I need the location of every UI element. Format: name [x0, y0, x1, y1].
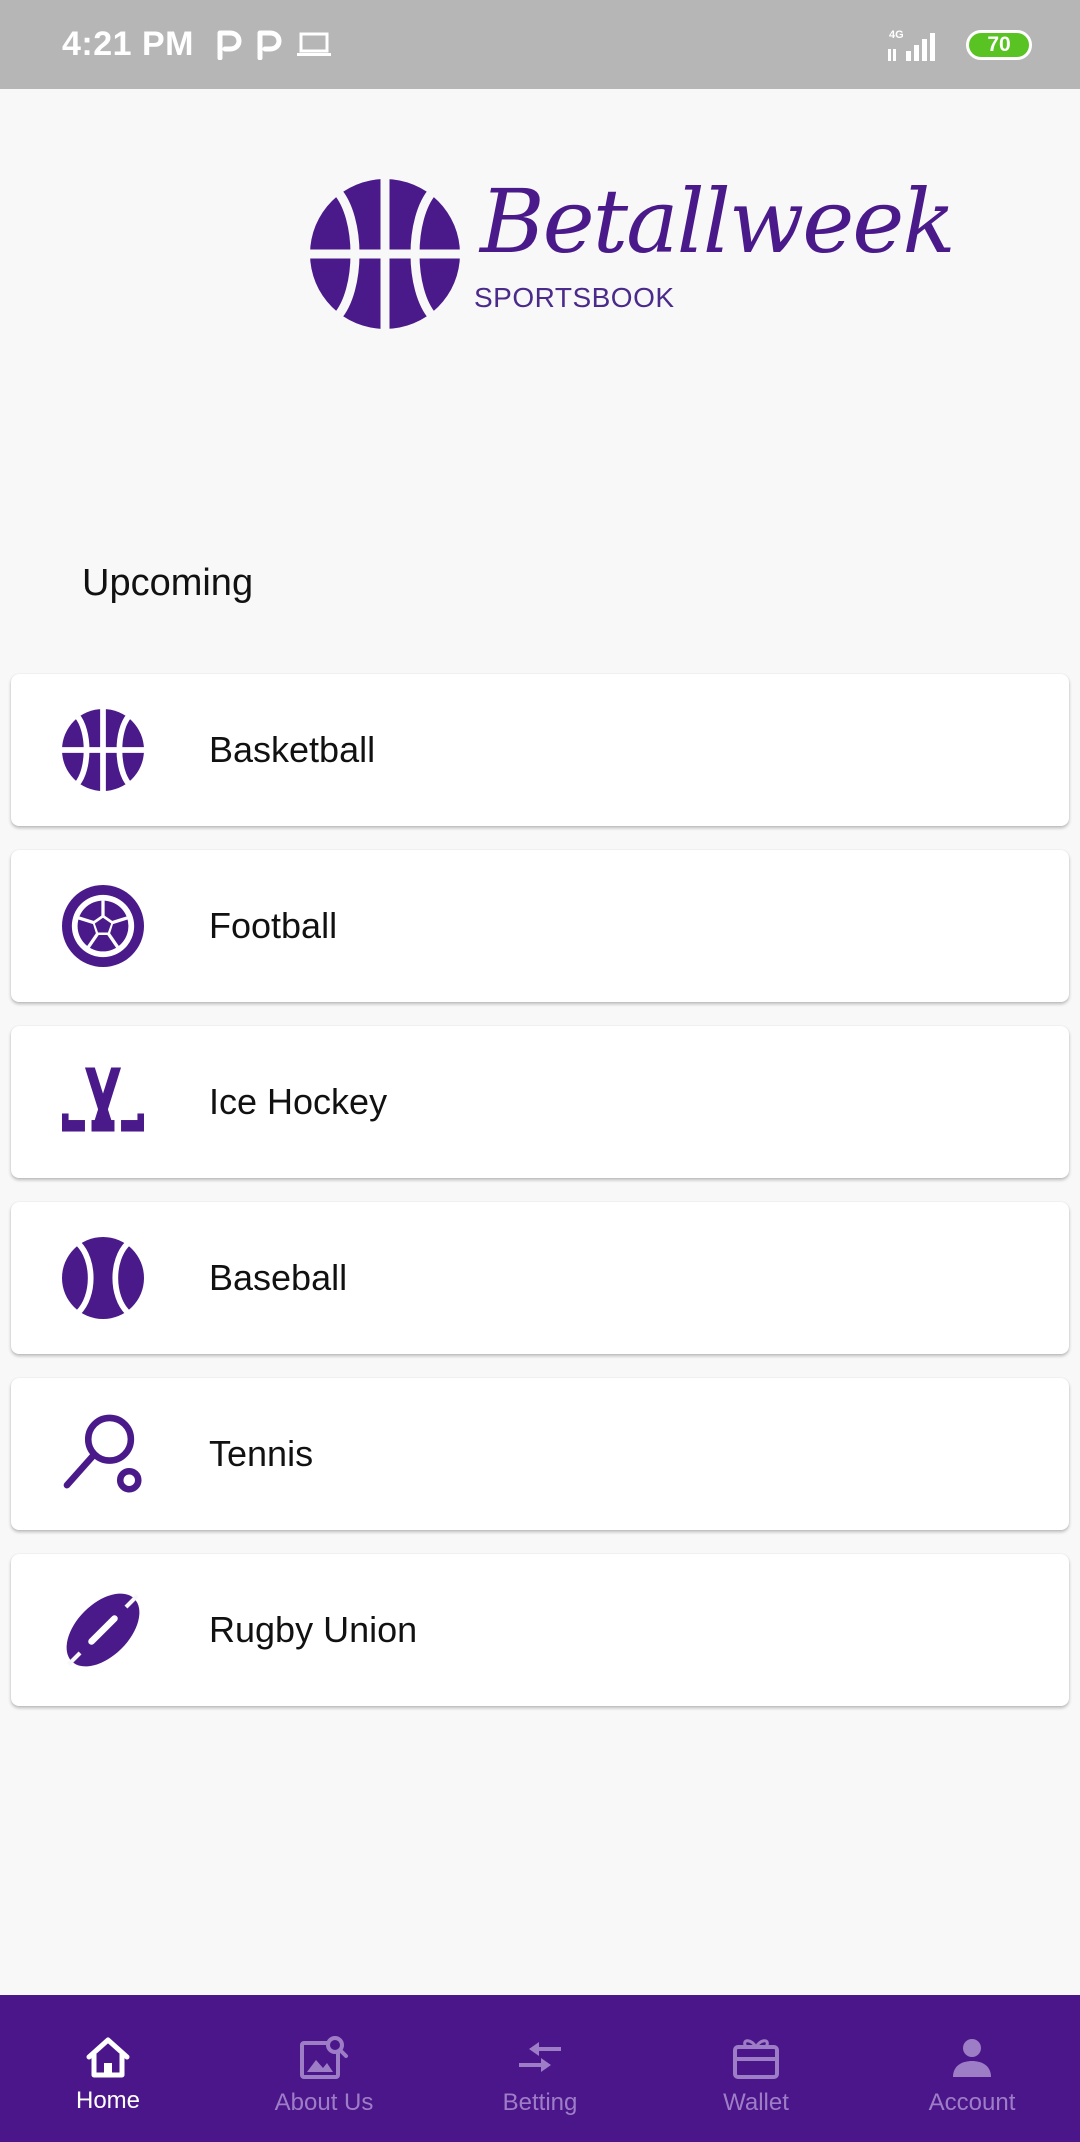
bottom-nav: Home About Us Betting Wallet Account — [0, 1995, 1080, 2142]
arrows-icon — [519, 2042, 561, 2072]
basketball-icon — [62, 709, 144, 791]
nav-label: About Us — [274, 2089, 374, 2116]
sport-label: Ice Hockey — [209, 1081, 388, 1122]
nav-item-betting[interactable]: Betting — [432, 1995, 648, 2142]
sport-label: Football — [209, 905, 338, 946]
sport-label: Baseball — [209, 1257, 348, 1298]
sport-item-tennis[interactable]: Tennis — [11, 1378, 1069, 1530]
sport-label: Rugby Union — [209, 1609, 418, 1650]
sport-item-rugby-union[interactable]: Rugby Union — [11, 1554, 1069, 1706]
parking-icon — [257, 30, 282, 60]
sport-item-ice-hockey[interactable]: Ice Hockey — [11, 1026, 1069, 1178]
sport-item-basketball[interactable]: Basketball — [11, 674, 1069, 826]
nav-item-account[interactable]: Account — [864, 1995, 1080, 2142]
laptop-icon — [297, 32, 331, 56]
parking-icon — [217, 30, 242, 60]
sport-item-baseball[interactable]: Baseball — [11, 1202, 1069, 1354]
nav-item-home[interactable]: Home — [0, 1995, 216, 2142]
sport-label: Tennis — [209, 1433, 314, 1474]
baseball-icon — [62, 1237, 144, 1319]
nav-label: Account — [928, 2089, 1016, 2116]
battery-level: 70 — [987, 32, 1011, 56]
section-title: Upcoming — [82, 562, 254, 604]
image-search-icon — [300, 2036, 348, 2079]
network-label: 4G — [889, 29, 904, 41]
nav-label: Wallet — [723, 2089, 789, 2116]
notification-icons — [216, 30, 332, 60]
status-bar: 4:21 PM 4G 70 — [0, 0, 1080, 89]
tennis-racket-icon — [62, 1413, 144, 1495]
signal-icon: 4G — [888, 29, 935, 61]
basketball-logo-icon — [310, 179, 460, 329]
sport-item-football[interactable]: Football — [11, 850, 1069, 1002]
sports-list: Basketball Football Ice Hockey Baseball … — [11, 674, 1069, 1730]
home-icon — [86, 2037, 130, 2078]
brand-tagline: SPORTSBOOK — [474, 282, 675, 313]
status-right: 4G 70 — [884, 27, 1032, 63]
nav-item-about-us[interactable]: About Us — [216, 1995, 432, 2142]
nav-item-wallet[interactable]: Wallet — [648, 1995, 864, 2142]
gift-card-icon — [733, 2039, 779, 2079]
soccer-ball-icon — [62, 885, 144, 967]
rugby-ball-icon — [62, 1589, 144, 1671]
hockey-sticks-icon — [62, 1061, 144, 1143]
person-icon — [953, 2039, 991, 2077]
brand-name: Betallweek — [480, 170, 956, 273]
status-time: 4:21 PM — [62, 25, 194, 63]
brand-logo: Betallweek SPORTSBOOK — [310, 170, 956, 340]
nav-label: Home — [75, 2087, 141, 2114]
sport-label: Basketball — [209, 729, 376, 770]
battery-icon: 70 — [966, 29, 1032, 60]
nav-label: Betting — [502, 2089, 578, 2116]
